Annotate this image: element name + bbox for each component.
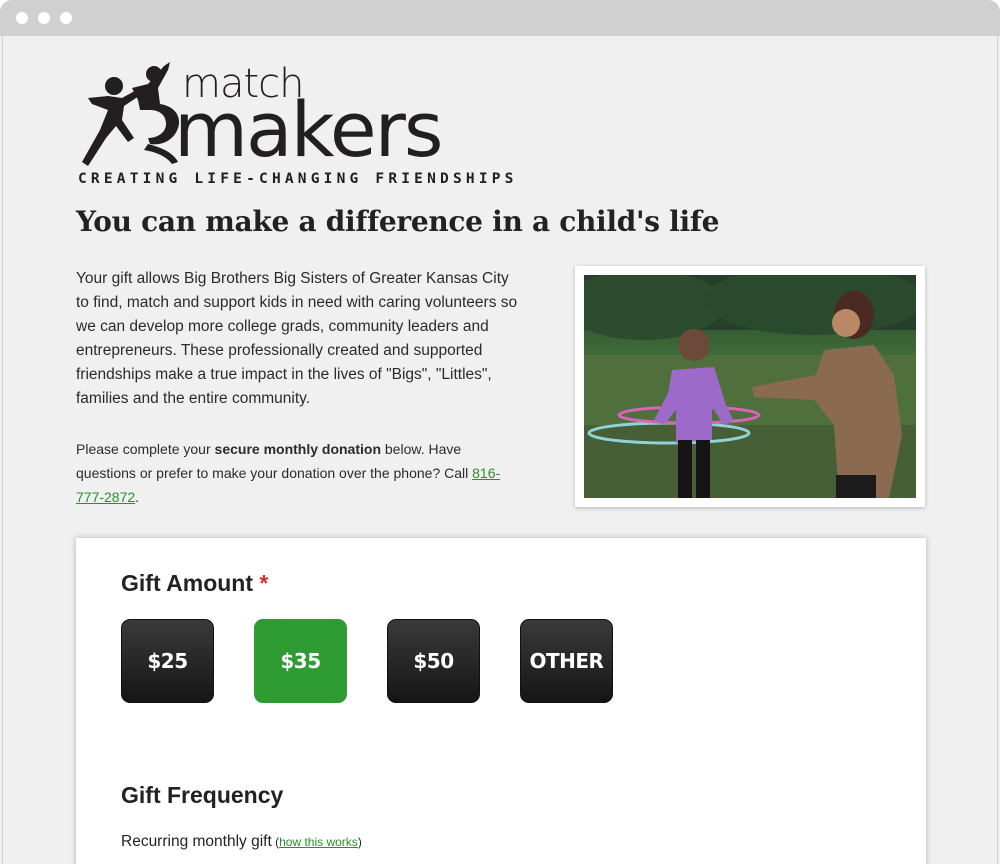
gift-amount-title: Gift Amount <box>121 570 254 596</box>
figures-logo-icon <box>82 62 180 166</box>
window-dot-icon[interactable] <box>16 12 28 24</box>
help-paren: ) <box>357 835 362 849</box>
amount-option-other-button[interactable]: OTHER <box>520 619 613 703</box>
note-text: Please complete your <box>76 441 215 457</box>
note-text: . <box>135 489 140 505</box>
gift-frequency-heading: Gift Frequency <box>121 782 284 808</box>
required-asterisk: * <box>259 570 269 596</box>
amount-option-25-button[interactable]: $25 <box>121 619 214 703</box>
amount-option-50-button[interactable]: $50 <box>387 619 480 703</box>
donation-form-card: Gift Amount * $25 $35 $50 OTHER Gift Fre… <box>76 538 926 864</box>
hula-hoop-photo <box>584 275 916 498</box>
help-paren: ( <box>271 835 280 849</box>
browser-window: match makers CREATING LIFE-CHANGING FRIE… <box>0 0 1000 864</box>
window-titlebar <box>0 0 1000 36</box>
intro-paragraph: Your gift allows Big Brothers Big Sister… <box>76 270 518 407</box>
logo-word-makers: makers <box>174 85 444 174</box>
how-this-works-link[interactable]: how this works <box>279 835 358 849</box>
photo-image-icon <box>584 275 916 498</box>
window-dot-icon[interactable] <box>38 12 50 24</box>
window-dot-icon[interactable] <box>60 12 72 24</box>
logo-tagline: CREATING LIFE-CHANGING FRIENDSHIPS <box>78 171 518 187</box>
matchmakers-logo: match makers CREATING LIFE-CHANGING FRIE… <box>78 58 513 190</box>
recurring-gift-row: Recurring monthly gift (how this works) <box>121 833 362 851</box>
donation-note: Please complete your secure monthly dona… <box>76 437 516 509</box>
note-bold-text: secure monthly donation <box>214 441 381 457</box>
photo-frame <box>575 266 925 507</box>
recurring-gift-label: Recurring monthly gift <box>121 833 272 850</box>
page-title: You can make a difference in a child's l… <box>76 205 720 238</box>
gift-amount-heading: Gift Amount * <box>121 570 268 597</box>
amount-option-35-button[interactable]: $35 <box>254 619 347 703</box>
